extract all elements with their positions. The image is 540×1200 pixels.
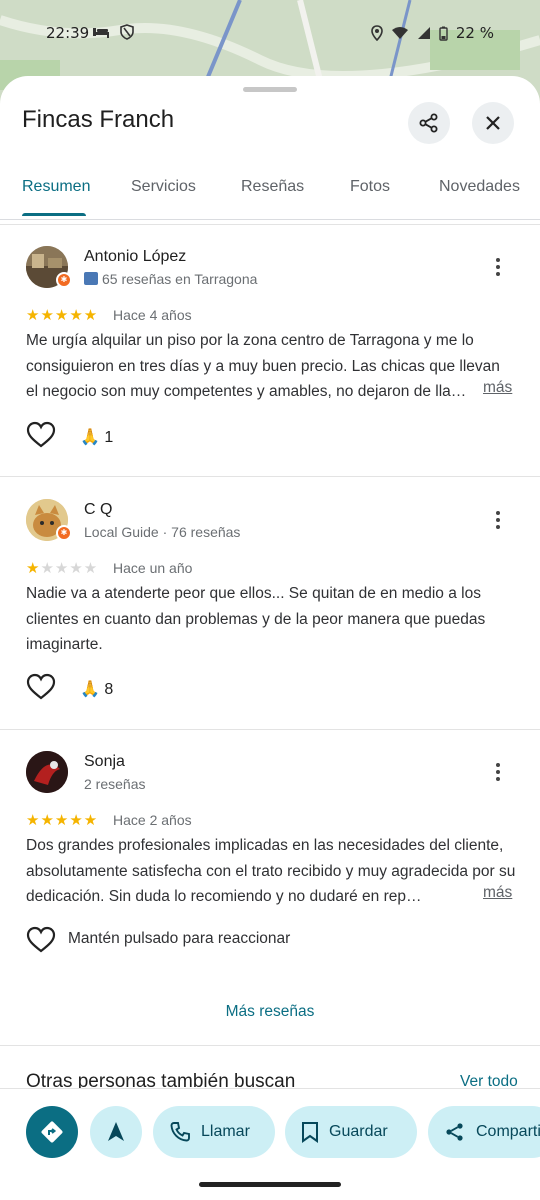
- review-text: Dos grandes profesionales implicadas en …: [26, 837, 516, 905]
- tab-resumen[interactable]: Resumen: [22, 178, 90, 196]
- status-left-icons: [92, 24, 134, 40]
- review-author[interactable]: Sonja: [84, 753, 125, 771]
- local-guide-badge: ✱: [56, 525, 72, 541]
- call-label: Llamar: [201, 1123, 250, 1140]
- tab-servicios[interactable]: Servicios: [131, 178, 196, 196]
- reaction-summary[interactable]: 🙏 8: [80, 679, 113, 699]
- review-author[interactable]: Antonio López: [84, 248, 186, 266]
- status-right-icons: 22 %: [371, 24, 494, 42]
- divider: [0, 224, 540, 225]
- star-rating: ★★★★★: [26, 307, 99, 324]
- close-icon: [486, 116, 500, 130]
- bookmark-icon: [302, 1122, 318, 1143]
- review-date: Hace 2 años: [113, 812, 192, 828]
- divider: [0, 476, 540, 477]
- status-time: 22:39: [46, 24, 90, 42]
- review-more-options-button[interactable]: [488, 757, 508, 787]
- review-author-meta: Local Guide · 76 reseñas: [84, 524, 241, 540]
- directions-icon: [41, 1121, 63, 1143]
- divider: [0, 729, 540, 730]
- place-sheet: Fincas Franch Resumen Servicios Reseñas …: [0, 76, 540, 1200]
- divider: [0, 1045, 540, 1046]
- like-heart-icon[interactable]: [26, 420, 56, 450]
- local-guide-badge: ✱: [56, 272, 72, 288]
- tab-resenas[interactable]: Reseñas: [241, 178, 304, 196]
- more-reviews-button[interactable]: Más reseñas: [0, 1003, 540, 1021]
- city-icon: [84, 272, 98, 285]
- share-button[interactable]: [408, 102, 450, 144]
- battery-level: 22 %: [455, 24, 494, 42]
- review-text: Nadie va a atenderte peor que ellos... S…: [26, 585, 486, 653]
- location-icon: [371, 25, 383, 41]
- reaction-summary[interactable]: 🙏 1: [80, 427, 113, 447]
- shield-icon: [120, 24, 134, 40]
- review-author-meta: 65 reseñas en Tarragona: [84, 271, 257, 287]
- pray-icon: 🙏: [80, 681, 100, 698]
- home-indicator[interactable]: [199, 1182, 341, 1187]
- phone-icon: [170, 1122, 190, 1142]
- drag-handle[interactable]: [243, 87, 297, 92]
- navigation-arrow-icon: [108, 1122, 124, 1141]
- tab-novedades[interactable]: Novedades: [439, 178, 520, 196]
- share-icon: [419, 113, 438, 133]
- wifi-icon: [391, 27, 408, 39]
- share-icon: [446, 1123, 463, 1141]
- call-button[interactable]: Llamar: [153, 1106, 275, 1158]
- react-hint: Mantén pulsado para reaccionar: [68, 930, 291, 947]
- start-navigation-button[interactable]: [90, 1106, 142, 1158]
- save-label: Guardar: [329, 1123, 388, 1140]
- review-author-meta: 2 reseñas: [84, 776, 146, 792]
- review-more-link[interactable]: más: [483, 884, 512, 902]
- avatar[interactable]: [26, 751, 68, 793]
- like-heart-icon[interactable]: [26, 672, 56, 702]
- directions-button[interactable]: [26, 1106, 78, 1158]
- share-label: Compartir: [476, 1123, 540, 1140]
- share-action-button[interactable]: Compartir: [428, 1106, 540, 1158]
- place-title: Fincas Franch: [22, 106, 175, 133]
- star-rating: ★★★★★: [26, 812, 99, 829]
- review-more-options-button[interactable]: [488, 505, 508, 535]
- pray-icon: 🙏: [80, 429, 100, 446]
- review-date: Hace 4 años: [113, 307, 192, 323]
- close-button[interactable]: [472, 102, 514, 144]
- review-more-link[interactable]: más: [483, 379, 512, 397]
- review-date: Hace un año: [113, 560, 193, 576]
- status-bar: 22:39 22 %: [0, 0, 540, 66]
- like-heart-icon[interactable]: [26, 925, 56, 955]
- battery-icon: [439, 26, 448, 41]
- review-author[interactable]: C Q: [84, 501, 112, 519]
- review-more-options-button[interactable]: [488, 252, 508, 282]
- tab-fotos[interactable]: Fotos: [350, 178, 390, 196]
- signal-icon: [417, 27, 430, 39]
- save-button[interactable]: Guardar: [285, 1106, 417, 1158]
- star-rating: ★★★★★: [26, 560, 99, 577]
- action-bar: Llamar Guardar Compartir: [0, 1088, 540, 1200]
- review-text: Me urgía alquilar un piso por la zona ce…: [26, 332, 500, 400]
- active-tab-indicator: [22, 213, 86, 216]
- bed-icon: [93, 28, 109, 38]
